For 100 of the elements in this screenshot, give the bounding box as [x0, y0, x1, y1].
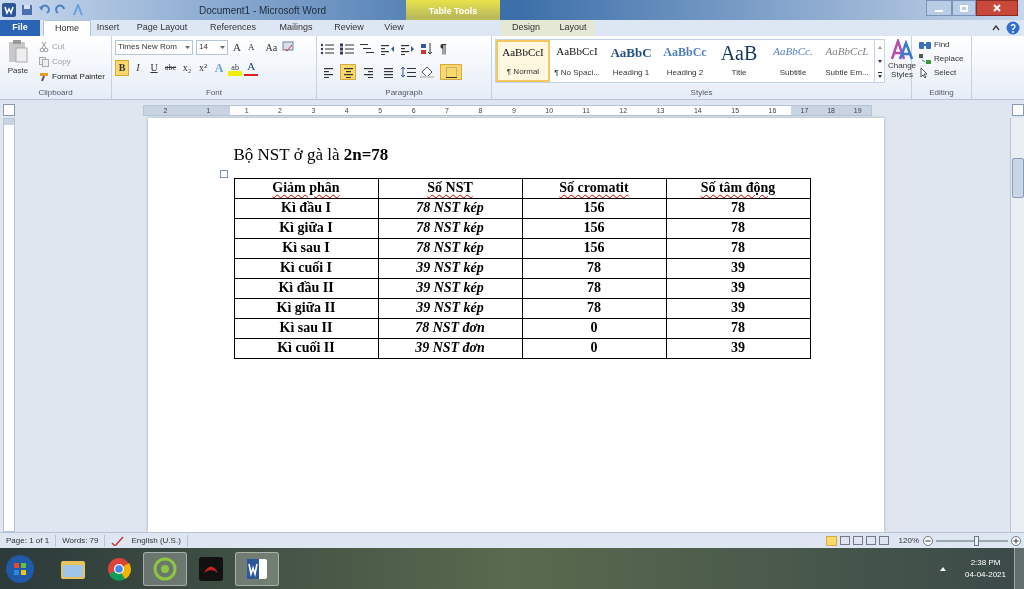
tab-selector-button[interactable] [3, 104, 15, 116]
style-gallery-item[interactable]: AaBbCcL Subtle Em... [820, 40, 874, 82]
table-cell: 78 [666, 198, 810, 218]
web-layout-button[interactable] [852, 536, 863, 545]
show-hidden-icons-icon[interactable] [939, 565, 948, 572]
style-gallery-item[interactable]: AaBbC Heading 1 [604, 40, 658, 82]
table-move-handle[interactable] [219, 169, 228, 178]
multilevel-list-icon[interactable] [360, 43, 374, 55]
minimize-button[interactable] [926, 0, 952, 16]
ribbon-tab[interactable]: Review [325, 20, 373, 36]
ribbon-tab[interactable]: Layout [551, 20, 595, 36]
table-cell: 0 [522, 318, 666, 338]
decrease-indent-icon[interactable] [380, 43, 394, 55]
font-strike-button[interactable]: abe [163, 59, 179, 76]
zoom-slider-thumb[interactable] [973, 535, 979, 546]
copy-icon [39, 57, 49, 67]
group-label: Paragraph [384, 87, 424, 99]
brush-icon [39, 72, 49, 82]
clock[interactable]: 2:38 PM 04-04-2021 [965, 556, 1006, 581]
numbering-icon[interactable] [340, 43, 354, 55]
editing-select-button[interactable]: Select [919, 67, 964, 79]
start-button[interactable] [5, 553, 35, 584]
ribbon-tab[interactable]: Home [43, 20, 91, 36]
font-shrink-button[interactable]: A [245, 40, 257, 54]
table-cell: Kì giữa I [234, 218, 378, 238]
show-formatting-marks-button[interactable]: ¶ [440, 40, 447, 58]
font-italic-button[interactable]: I [131, 59, 145, 76]
paste-button[interactable]: Paste [3, 39, 33, 77]
taskbar-app-button[interactable] [235, 551, 279, 586]
table-cell: Kì cuối II [234, 338, 378, 358]
align-center-button[interactable] [340, 64, 356, 80]
style-gallery-item[interactable]: AaBbCcI ¶ No Spaci... [550, 40, 604, 82]
ribbon-tab[interactable]: Design [501, 20, 551, 36]
sort-icon[interactable] [420, 43, 434, 55]
bullets-icon[interactable] [320, 43, 334, 55]
style-gallery-item[interactable]: AaBbCc. Subtitle [766, 40, 820, 82]
line-spacing-icon[interactable] [400, 66, 416, 78]
draft-button[interactable] [878, 536, 889, 545]
font-sup-button[interactable]: x² [196, 59, 211, 76]
paint-bucket-icon[interactable] [420, 66, 436, 78]
collapse-ribbon-icon[interactable] [992, 25, 1000, 31]
group-label: Font [205, 87, 223, 99]
column-header: Số cromatit [522, 178, 666, 198]
ribbon-tab[interactable]: Insert [91, 20, 125, 36]
dropdown-icon [185, 45, 190, 49]
zoom-level-text: 120% [898, 534, 919, 547]
font-sub-button[interactable]: x₂ [180, 59, 195, 76]
zoom-in-icon[interactable] [1011, 535, 1021, 546]
table-cell: Kì cuối I [234, 258, 378, 278]
taskbar-app-button[interactable] [143, 551, 187, 586]
style-gallery-item[interactable]: AaBbCcI ¶ Normal [496, 40, 550, 82]
undo-icon[interactable] [38, 4, 50, 16]
clear-formatting-icon[interactable] [282, 41, 295, 54]
font-name-field[interactable]: Times New Rom [115, 39, 193, 55]
style-gallery-item[interactable]: AaB Title [712, 40, 766, 82]
vertical-scrollbar[interactable] [1010, 118, 1024, 532]
clipboard-brush-button[interactable]: Format Painter [39, 71, 105, 83]
font-grow-button[interactable]: A [231, 39, 243, 56]
table-cell: 39 [666, 258, 810, 278]
increase-indent-icon[interactable] [400, 43, 414, 55]
borders-button[interactable] [440, 64, 462, 80]
ribbon-tab[interactable]: File [0, 20, 40, 36]
table-cell: Kì đầu I [234, 198, 378, 218]
chrome-icon [107, 556, 131, 581]
wing-logo-icon [199, 556, 223, 581]
view-ruler-button[interactable] [1012, 104, 1024, 116]
ribbon-tab[interactable]: References [199, 20, 267, 36]
table-cell: Kì sau II [234, 318, 378, 338]
page-count-text: Page: 1 of 1 [0, 534, 57, 547]
restore-button[interactable] [952, 0, 976, 16]
font-size-field[interactable]: 14 [196, 39, 228, 55]
column-header: Số NST [378, 178, 522, 198]
editing-replace-button[interactable]: Replace [919, 53, 964, 65]
language-text: English (U.S.) [125, 534, 188, 547]
table-cell: 78 [522, 298, 666, 318]
binoculars-icon [919, 40, 931, 50]
redo-icon[interactable] [55, 4, 67, 16]
font-underline-button[interactable]: U [147, 59, 161, 76]
font-bold-button[interactable]: B [115, 59, 129, 76]
close-button[interactable] [976, 0, 1018, 16]
font-case-button[interactable]: Aa [263, 39, 280, 55]
editing-find-button[interactable]: Find [919, 39, 964, 51]
ribbon-tab[interactable]: Page Layout [125, 20, 199, 36]
scissors-icon [39, 42, 49, 52]
full-screen-reading-button[interactable] [839, 536, 850, 545]
table-cell: 156 [522, 238, 666, 258]
table-cell: 39 NST đơn [378, 338, 522, 358]
outline-button[interactable] [865, 536, 876, 545]
font-color-button[interactable]: A [244, 59, 259, 76]
change-styles-button[interactable]: Change Styles [888, 39, 917, 87]
save-icon[interactable] [21, 4, 33, 16]
zoom-out-icon[interactable] [923, 535, 933, 546]
dropdown-icon [220, 45, 225, 49]
help-icon[interactable] [1006, 21, 1020, 35]
proofing-icon[interactable] [111, 535, 126, 546]
word-app-icon[interactable] [2, 3, 16, 17]
style-gallery-item[interactable]: AaBbCc Heading 2 [658, 40, 712, 82]
ribbon-tab[interactable]: Mailings [267, 20, 325, 36]
table-cell: 39 NST kép [378, 278, 522, 298]
table-cell: 39 [666, 278, 810, 298]
